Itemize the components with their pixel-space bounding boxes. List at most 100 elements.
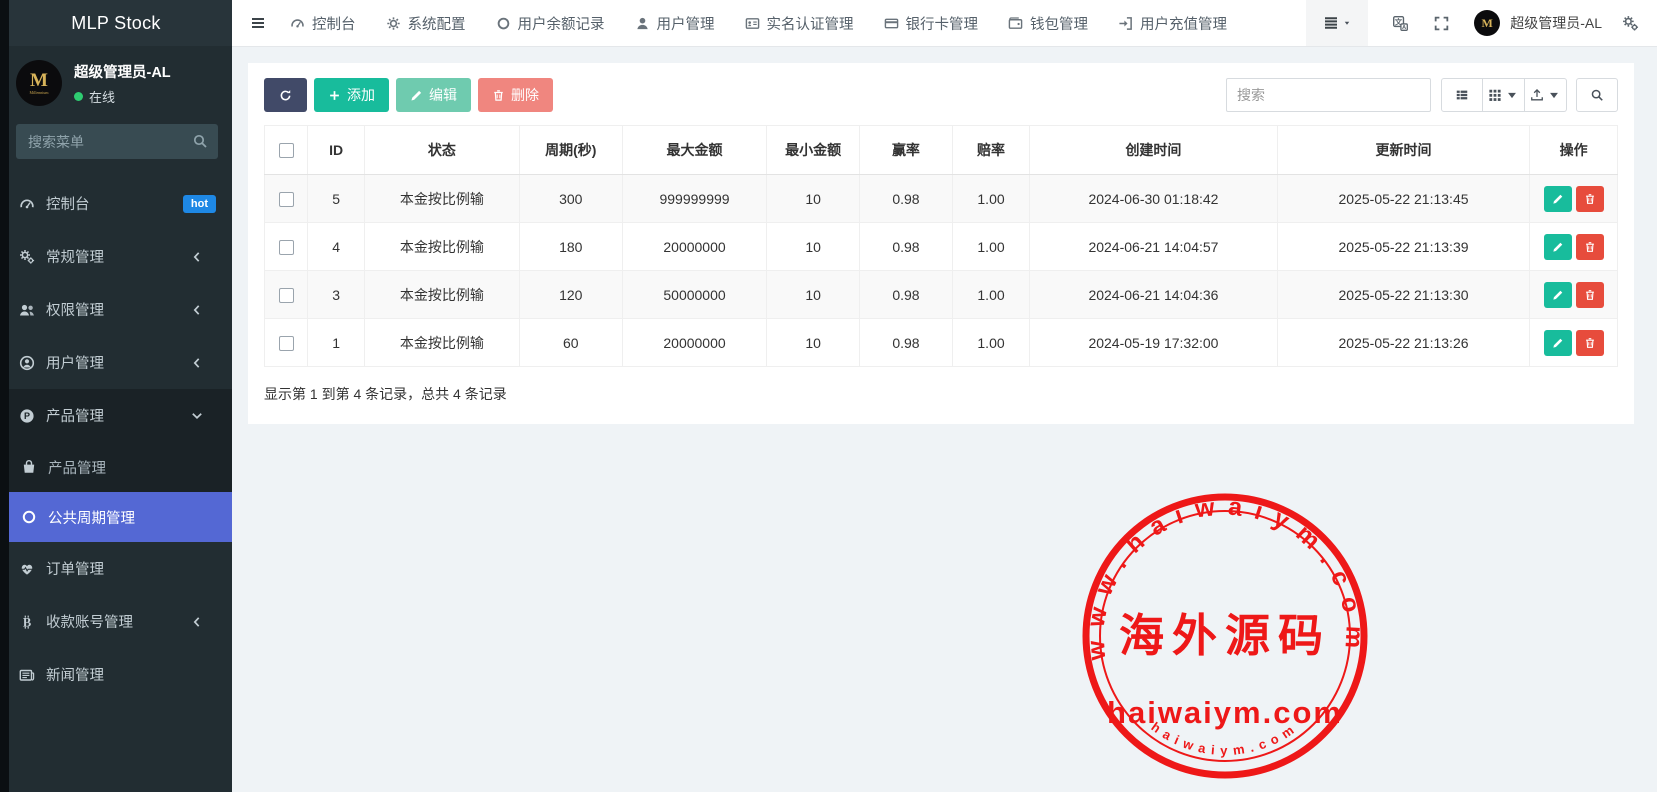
row-delete-button[interactable]	[1576, 186, 1604, 212]
view-button-group	[1441, 78, 1567, 112]
fullscreen-icon[interactable]	[1433, 15, 1450, 32]
pencil-icon	[410, 89, 423, 102]
tachometer-icon	[19, 196, 35, 212]
column-header-9[interactable]: 操作	[1530, 126, 1618, 175]
table-row: 3本金按比例输12050000000100.981.002024-06-21 1…	[265, 271, 1618, 319]
cell-updated: 2025-05-22 21:13:26	[1277, 319, 1530, 367]
svg-text:P: P	[24, 411, 30, 421]
bars-icon	[1323, 15, 1339, 31]
svg-text:B: B	[23, 615, 31, 629]
topnav-dashboard[interactable]: 控制台	[290, 13, 356, 34]
detail-view-icon	[1455, 88, 1469, 102]
topnav-user-management[interactable]: 用户管理	[635, 13, 715, 34]
settings-cogs-icon[interactable]	[1622, 15, 1639, 32]
cell-max: 50000000	[622, 271, 766, 319]
sidebar-item-general-mgmt[interactable]: 常规管理	[0, 230, 232, 283]
cell-updated: 2025-05-22 21:13:30	[1277, 271, 1530, 319]
tabs-dropdown-button[interactable]	[1306, 0, 1368, 46]
cell-status: 本金按比例输	[365, 175, 520, 223]
cell-operations	[1530, 319, 1618, 367]
topnav-user-recharge[interactable]: 用户充值管理	[1118, 13, 1227, 34]
language-icon[interactable]: 文A	[1392, 15, 1409, 32]
chevron-down-icon	[189, 408, 205, 424]
cell-operations	[1530, 223, 1618, 271]
topnav-bank-card[interactable]: 银行卡管理	[884, 13, 979, 34]
column-header-5[interactable]: 赢率	[860, 126, 953, 175]
search-icon	[192, 133, 208, 149]
cogs-icon	[19, 249, 35, 265]
sidebar-item-news-mgmt[interactable]: 新闻管理	[0, 648, 232, 701]
row-checkbox[interactable]	[279, 240, 294, 255]
cell-min: 10	[767, 223, 860, 271]
sidebar-item-order-mgmt[interactable]: 订单管理	[0, 542, 232, 595]
newspaper-icon	[19, 667, 35, 683]
topbar-right: 文A M 超级管理员-AL	[1306, 0, 1657, 46]
add-button[interactable]: 添加	[314, 78, 389, 112]
column-header-0[interactable]: ID	[308, 126, 365, 175]
content-area: 添加 编辑 删除 ID状态周期(秒)最大金	[232, 47, 1657, 792]
search-button[interactable]	[1576, 78, 1618, 112]
row-delete-button[interactable]	[1576, 282, 1604, 308]
column-header-1[interactable]: 状态	[365, 126, 520, 175]
users-icon	[19, 302, 35, 318]
user-circle-icon	[19, 355, 35, 371]
column-header-6[interactable]: 赔率	[952, 126, 1029, 175]
sidebar: MLP Stock MMillennium 超级管理员-AL 在线 控制台hot…	[0, 0, 232, 792]
row-edit-button[interactable]	[1544, 186, 1572, 212]
gear-icon	[386, 16, 401, 31]
sidebar-item-public-cycle-mgmt[interactable]: 公共周期管理	[0, 492, 232, 542]
cell-min: 10	[767, 271, 860, 319]
topbar: 控制台 系统配置 用户余额记录 用户管理 实名认证管理 银行卡管理 钱包管理 用户充值管理 文…	[232, 0, 1657, 47]
delete-button[interactable]: 删除	[478, 78, 553, 112]
sidebar-search-input[interactable]	[16, 124, 218, 159]
topnav-realname-auth[interactable]: 实名认证管理	[745, 13, 854, 34]
heartbeat-icon	[19, 561, 35, 577]
column-header-7[interactable]: 创建时间	[1030, 126, 1278, 175]
table-search-input[interactable]	[1226, 78, 1431, 112]
sidebar-item-product-mgmt-sub[interactable]: 产品管理	[0, 442, 232, 492]
chevron-left-icon	[189, 249, 205, 265]
row-delete-button[interactable]	[1576, 330, 1604, 356]
row-checkbox[interactable]	[279, 192, 294, 207]
sidebar-item-payment-account-mgmt[interactable]: B收款账号管理	[0, 595, 232, 648]
cell-id: 4	[308, 223, 365, 271]
sidebar-item-dashboard[interactable]: 控制台hot	[0, 177, 232, 230]
topnav-user-balance-log[interactable]: 用户余额记录	[496, 13, 605, 34]
cell-odds: 1.00	[952, 175, 1029, 223]
column-header-2[interactable]: 周期(秒)	[519, 126, 622, 175]
sidebar-toggle-icon[interactable]	[232, 15, 284, 31]
columns-button[interactable]	[1483, 78, 1525, 112]
column-header-3[interactable]: 最大金额	[622, 126, 766, 175]
sidebar-item-permission-mgmt[interactable]: 权限管理	[0, 283, 232, 336]
row-edit-button[interactable]	[1544, 330, 1572, 356]
cell-operations	[1530, 271, 1618, 319]
table-toolbar: 添加 编辑 删除	[264, 78, 1618, 112]
refresh-button[interactable]	[264, 78, 307, 112]
sidebar-item-user-mgmt[interactable]: 用户管理	[0, 336, 232, 389]
row-checkbox[interactable]	[279, 336, 294, 351]
row-checkbox[interactable]	[279, 288, 294, 303]
column-header-8[interactable]: 更新时间	[1277, 126, 1530, 175]
topnav-system-config[interactable]: 系统配置	[386, 13, 466, 34]
row-edit-button[interactable]	[1544, 234, 1572, 260]
topbar-user-name[interactable]: 超级管理员-AL	[1510, 13, 1602, 33]
top-nav: 控制台 系统配置 用户余额记录 用户管理 实名认证管理 银行卡管理 钱包管理 用户充值管理	[290, 13, 1227, 34]
sidebar-user-name: 超级管理员-AL	[74, 61, 171, 82]
select-all-checkbox[interactable]	[279, 143, 294, 158]
data-table: ID状态周期(秒)最大金额最小金额赢率赔率创建时间更新时间操作 5本金按比例输3…	[264, 125, 1618, 367]
row-delete-button[interactable]	[1576, 234, 1604, 260]
topnav-wallet[interactable]: 钱包管理	[1008, 13, 1088, 34]
cell-win: 0.98	[860, 319, 953, 367]
caret-down-icon	[1505, 88, 1519, 102]
export-button[interactable]	[1525, 78, 1567, 112]
topbar-avatar[interactable]: M	[1474, 10, 1500, 36]
detail-view-button[interactable]	[1441, 78, 1483, 112]
cell-status: 本金按比例输	[365, 223, 520, 271]
cell-max: 999999999	[622, 175, 766, 223]
edit-button[interactable]: 编辑	[396, 78, 471, 112]
sidebar-item-product-mgmt[interactable]: P产品管理	[0, 389, 232, 442]
cell-created: 2024-06-30 01:18:42	[1030, 175, 1278, 223]
row-edit-button[interactable]	[1544, 282, 1572, 308]
column-header-4[interactable]: 最小金额	[767, 126, 860, 175]
table-row: 5本金按比例输300999999999100.981.002024-06-30 …	[265, 175, 1618, 223]
